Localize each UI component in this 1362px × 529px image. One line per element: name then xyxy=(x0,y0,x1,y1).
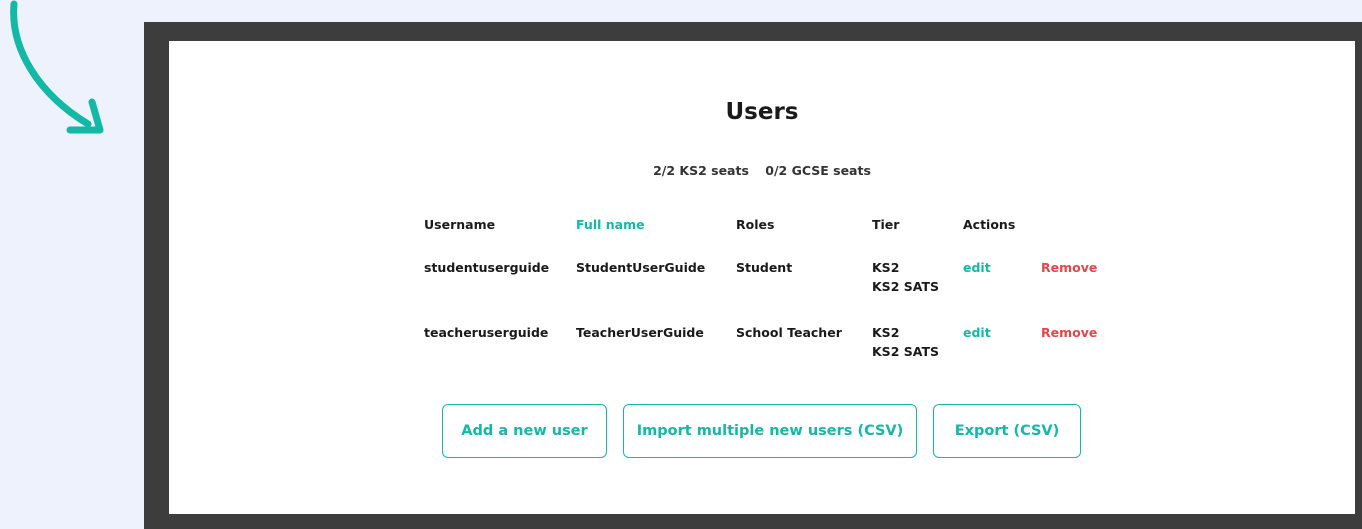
edit-user-link[interactable]: edit xyxy=(963,258,991,277)
column-header-tier: Tier xyxy=(872,217,900,232)
import-users-csv-button[interactable]: Import multiple new users (CSV) xyxy=(623,404,917,458)
row-username: studentuserguide xyxy=(424,260,550,275)
remove-user-link[interactable]: Remove xyxy=(1041,323,1097,342)
column-header-username: Username xyxy=(424,217,496,232)
column-header-roles: Roles xyxy=(736,217,775,232)
column-header-full-name[interactable]: Full name xyxy=(576,215,645,234)
row-tier: KS2 KS2 SATS xyxy=(872,258,939,296)
row-tier: KS2 KS2 SATS xyxy=(872,323,939,361)
page-title: Users xyxy=(725,99,799,125)
ks2-seats-count: 2/2 KS2 seats xyxy=(653,163,749,178)
row-tier-secondary: KS2 SATS xyxy=(872,279,939,294)
curved-arrow-icon xyxy=(10,0,104,134)
gcse-seats-count: 0/2 GCSE seats xyxy=(765,163,871,178)
edit-user-link[interactable]: edit xyxy=(963,323,991,342)
row-tier-primary: KS2 xyxy=(872,325,900,340)
row-role: School Teacher xyxy=(736,325,842,340)
add-user-button[interactable]: Add a new user xyxy=(442,404,607,458)
row-username: teacheruserguide xyxy=(424,325,549,340)
remove-user-link[interactable]: Remove xyxy=(1041,258,1097,277)
users-panel: Users 2/2 KS2 seats 0/2 GCSE seats Usern… xyxy=(169,41,1355,514)
seat-summary: 2/2 KS2 seats 0/2 GCSE seats xyxy=(169,163,1355,178)
export-csv-button[interactable]: Export (CSV) xyxy=(933,404,1081,458)
row-full-name: TeacherUserGuide xyxy=(576,325,704,340)
row-full-name: StudentUserGuide xyxy=(576,260,706,275)
row-role: Student xyxy=(736,260,793,275)
row-tier-primary: KS2 xyxy=(872,260,900,275)
column-header-actions: Actions xyxy=(963,217,1016,232)
row-tier-secondary: KS2 SATS xyxy=(872,344,939,359)
